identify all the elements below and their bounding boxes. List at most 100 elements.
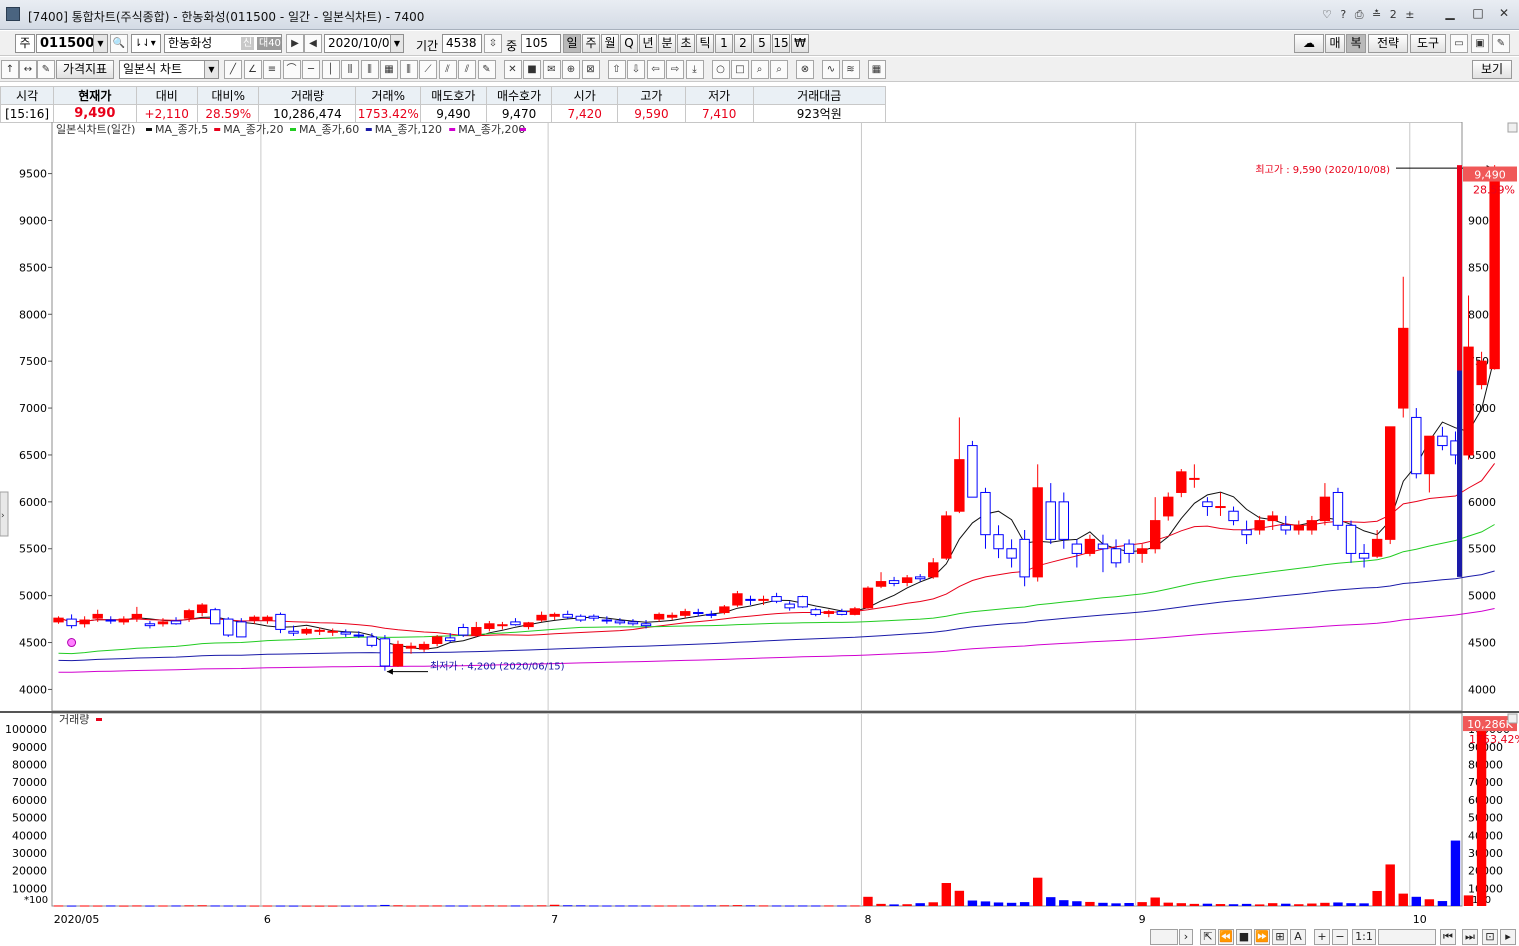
last-page-icon[interactable]: ⏭ — [1462, 929, 1478, 945]
settings-icon[interactable]: ⊗ — [796, 60, 814, 79]
cycle-icon[interactable]: ⫼ — [360, 60, 379, 79]
parallel-icon[interactable]: ⫽ — [438, 60, 457, 79]
legend-swatch — [365, 128, 372, 131]
reset-icon[interactable]: ⊡ — [1482, 929, 1498, 945]
right-arrow-icon[interactable]: ⇨ — [666, 60, 684, 79]
search-icon[interactable]: 🔍 — [110, 34, 128, 53]
clear-icon[interactable]: ⊠ — [581, 60, 600, 79]
zoom-ratio[interactable]: 1:1 — [1352, 929, 1376, 945]
pattern-icon[interactable]: ≋ — [841, 60, 860, 79]
settings-icon[interactable]: ▸ — [1500, 929, 1516, 945]
speed-line-icon[interactable]: ⫽ — [458, 60, 476, 79]
prev-icon[interactable]: ◀ — [304, 34, 322, 53]
horizontal-line-icon[interactable]: ─ — [302, 60, 320, 79]
tools-button[interactable]: 도구 — [1410, 34, 1446, 53]
first-page-icon[interactable]: ⏮ — [1440, 929, 1456, 945]
vertical-line-icon[interactable]: │ — [321, 60, 340, 79]
candle-body — [510, 621, 521, 626]
strategy-button[interactable]: 전략 — [1368, 34, 1408, 53]
date-picker[interactable]: 2020/10/08 ▼ — [324, 34, 404, 53]
quote-header-row: 시각 현재가 대비 대비% 거래량 거래% 매도호가 매수호가 시가 고가 저가… — [0, 86, 887, 105]
scroll-track[interactable] — [1150, 929, 1178, 945]
crosshair-icon[interactable]: ⊞ — [1272, 929, 1288, 945]
period-input[interactable]: 4538 — [442, 34, 482, 53]
count-input[interactable]: 105 — [521, 34, 561, 53]
stock-code-input[interactable]: 011500 ▼ — [36, 34, 108, 53]
minimize-icon[interactable]: ▁ — [1440, 6, 1460, 20]
ellipse-icon[interactable]: ○ — [711, 60, 730, 79]
arc-icon[interactable]: ⌒ — [282, 60, 301, 79]
timeframe-button[interactable]: 2 — [734, 34, 752, 53]
magnify-icon[interactable]: ⌕ — [750, 60, 769, 79]
spin-icon[interactable]: ⇳ — [484, 34, 502, 53]
market-select[interactable]: 주 — [15, 34, 35, 53]
angle-icon[interactable]: ∠ — [243, 60, 262, 79]
chevron-down-icon[interactable]: ▼ — [93, 35, 107, 52]
up-arrow-icon[interactable]: ⇧ — [607, 60, 626, 79]
edit-icon[interactable]: ✎ — [37, 60, 55, 79]
trendline-icon[interactable]: ╱ — [224, 60, 242, 79]
close-icon[interactable]: ✕ — [1494, 6, 1514, 20]
fibonacci-icon[interactable]: ≡ — [263, 60, 281, 79]
note-icon[interactable]: ✉ — [542, 60, 561, 79]
open-folder-icon[interactable]: ▭ — [1450, 34, 1468, 53]
volume-bar — [576, 905, 586, 907]
timeframe-button[interactable]: 초 — [677, 34, 695, 53]
left-arrow-icon[interactable]: ⇦ — [646, 60, 665, 79]
maximize-icon[interactable]: □ — [1468, 6, 1488, 20]
indicator-button[interactable]: 가격지표 — [56, 60, 114, 79]
calendar-dropdown-icon[interactable]: ▼ — [390, 35, 403, 52]
timeframe-button[interactable]: Q — [620, 34, 638, 53]
down-arrow-icon[interactable]: ⇩ — [627, 60, 645, 79]
zoom-box-icon[interactable]: ⌕ — [770, 60, 788, 79]
stop-icon[interactable]: ■ — [1236, 929, 1252, 945]
wrench-icon[interactable]: ✎ — [1492, 34, 1510, 53]
target-icon[interactable]: ⊕ — [562, 60, 580, 79]
quote-time: [15:16] — [0, 104, 55, 123]
timeframe-button[interactable]: 월 — [601, 34, 619, 53]
timeframe-button[interactable]: 일 — [563, 34, 581, 53]
timeframe-button[interactable]: ₩ — [791, 34, 809, 53]
wave-icon[interactable]: ∿ — [822, 60, 840, 79]
timeframe-button[interactable]: 15 — [772, 34, 790, 53]
next-icon[interactable]: ▶ — [286, 34, 304, 53]
pencil-icon[interactable]: ✎ — [477, 60, 496, 79]
timeframe-button[interactable]: 틱 — [696, 34, 714, 53]
timeframe-button[interactable]: 년 — [639, 34, 657, 53]
stock-name-field: 한농화성 신 대40 — [164, 34, 282, 53]
rectangle-icon[interactable]: □ — [731, 60, 749, 79]
volume-bar — [1176, 903, 1187, 906]
rewind-icon[interactable]: ⏪ — [1218, 929, 1234, 945]
channel-icon[interactable]: ⫼ — [399, 60, 418, 79]
chart-type-select[interactable]: 일본식 차트 ▼ — [119, 60, 219, 79]
eraser-icon[interactable]: ✕ — [503, 60, 522, 79]
font-size-icon[interactable]: A — [1290, 929, 1306, 945]
arrow-up-icon[interactable]: ↑ — [1, 60, 19, 79]
multi-button[interactable]: 복 — [1346, 34, 1366, 53]
timeframe-button[interactable]: 주 — [582, 34, 600, 53]
table-icon[interactable]: ▦ — [867, 60, 886, 79]
price-chart[interactable]: 2020/05 6 7 8 9 10 4000 4000 4500 4500 5000 5000 550… — [0, 122, 1519, 946]
fast-forward-icon[interactable]: ⏩ — [1254, 929, 1270, 945]
scroll-right-icon[interactable]: › — [1179, 929, 1193, 945]
download-icon[interactable]: ⤓ — [685, 60, 704, 79]
gann-icon[interactable]: ⫼ — [341, 60, 359, 79]
cloud-icon[interactable]: ☁ — [1294, 34, 1324, 53]
ratio-icon[interactable]: ⇱ — [1200, 929, 1216, 945]
sort-select[interactable]: ⇂⇃▾ — [131, 34, 161, 53]
grid-icon[interactable]: ▦ — [380, 60, 398, 79]
timeframe-button[interactable]: 5 — [753, 34, 771, 53]
timeframe-button[interactable]: 분 — [658, 34, 676, 53]
zoom-in-icon[interactable]: + — [1314, 929, 1330, 945]
chevron-down-icon[interactable]: ▼ — [204, 61, 218, 78]
zoom-out-icon[interactable]: − — [1332, 929, 1348, 945]
buy-button[interactable]: 매 — [1325, 34, 1345, 53]
zoom-slider[interactable] — [1378, 929, 1436, 945]
save-icon[interactable]: ▣ — [1471, 34, 1489, 53]
view-button[interactable]: 보기 — [1472, 60, 1512, 79]
timeframe-button[interactable]: 1 — [715, 34, 733, 53]
title-tool-icons[interactable]: ♡ ? ⎙ ≛ 2 ± — [1322, 8, 1414, 22]
arrows-horizontal-icon[interactable]: ↔ — [19, 60, 37, 79]
ray-icon[interactable]: ⟋ — [419, 60, 437, 79]
color-icon[interactable]: ■ — [523, 60, 541, 79]
